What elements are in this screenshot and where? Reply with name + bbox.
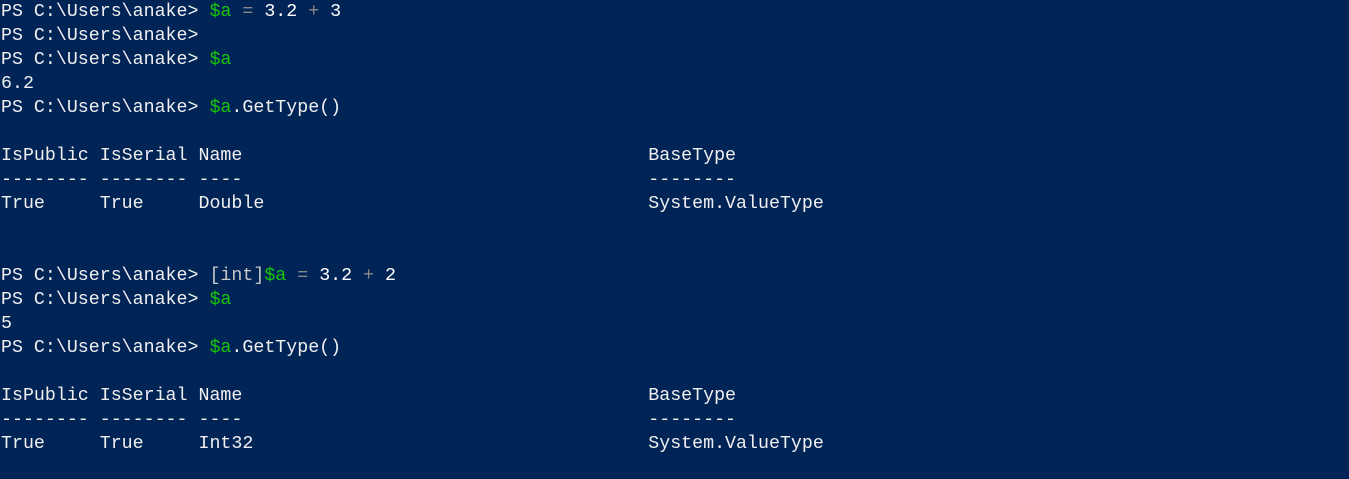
variable-token: $a xyxy=(209,98,232,118)
console-text: -------- -------- ---- -------- xyxy=(1,170,737,190)
console-line: IsPublic IsSerial Name BaseType xyxy=(1,144,824,168)
console-line: PS C:\Users\anake> $a.GetType() xyxy=(1,96,824,120)
console-text: IsPublic IsSerial Name BaseType xyxy=(1,386,737,406)
variable-token: $a xyxy=(264,266,287,286)
type-token: [int] xyxy=(209,266,265,286)
console-line: PS C:\Users\anake> xyxy=(1,24,824,48)
console-text: PS C:\Users\anake> xyxy=(1,338,210,358)
operator-token: + xyxy=(297,2,331,22)
console-text: -------- -------- ---- -------- xyxy=(1,410,737,430)
console-text: True True Double System.ValueType xyxy=(1,194,824,214)
console-line: -------- -------- ---- -------- xyxy=(1,408,824,432)
operator-token: + xyxy=(352,266,386,286)
variable-token: $a xyxy=(209,50,232,70)
console-text: IsPublic IsSerial Name BaseType xyxy=(1,146,737,166)
console-line: True True Double System.ValueType xyxy=(1,192,824,216)
console-text: .GetType() xyxy=(231,98,342,118)
console-text: PS C:\Users\anake> xyxy=(1,290,210,310)
console-text: PS C:\Users\anake> xyxy=(1,50,210,70)
console-text: 5 xyxy=(1,314,12,334)
console-line: PS C:\Users\anake> [int]$a = 3.2 + 2 xyxy=(1,264,824,288)
operator-token: = xyxy=(231,2,265,22)
console-text: 3.2 xyxy=(264,2,298,22)
variable-token: $a xyxy=(209,290,232,310)
variable-token: $a xyxy=(209,338,232,358)
console-text: 2 xyxy=(385,266,397,286)
powershell-console[interactable]: PS C:\Users\anake> $a = 3.2 + 3 PS C:\Use… xyxy=(1,0,824,456)
console-line: 6.2 xyxy=(1,72,824,96)
console-line: True True Int32 System.ValueType xyxy=(1,432,824,456)
console-text: PS C:\Users\anake> xyxy=(1,2,210,22)
console-text: 3 xyxy=(330,2,342,22)
console-line: PS C:\Users\anake> $a.GetType() xyxy=(1,336,824,360)
console-line: 5 xyxy=(1,312,824,336)
console-text: 6.2 xyxy=(1,74,34,94)
console-text: 3.2 xyxy=(319,266,353,286)
console-line: PS C:\Users\anake> $a xyxy=(1,48,824,72)
console-line: IsPublic IsSerial Name BaseType xyxy=(1,384,824,408)
console-text: PS C:\Users\anake> xyxy=(1,266,210,286)
console-line: PS C:\Users\anake> $a = 3.2 + 3 xyxy=(1,0,824,24)
console-text: PS C:\Users\anake> xyxy=(1,98,210,118)
variable-token: $a xyxy=(209,2,232,22)
console-text: True True Int32 System.ValueType xyxy=(1,434,824,454)
console-text: .GetType() xyxy=(231,338,342,358)
console-text: PS C:\Users\anake> xyxy=(1,26,199,46)
console-line: -------- -------- ---- -------- xyxy=(1,168,824,192)
operator-token: = xyxy=(286,266,320,286)
console-line: PS C:\Users\anake> $a xyxy=(1,288,824,312)
